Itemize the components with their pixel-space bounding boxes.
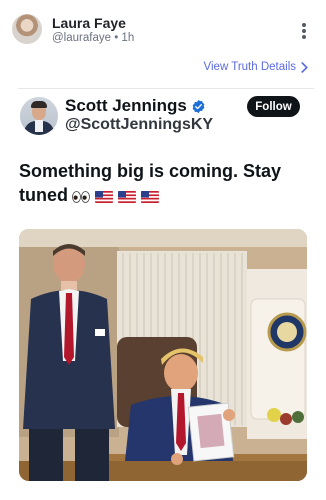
verified-badge-icon bbox=[192, 99, 205, 113]
follow-button[interactable]: Follow bbox=[247, 96, 300, 117]
more-vertical-icon[interactable] bbox=[296, 20, 312, 42]
post-header: Laura Faye @laurafaye • 1h bbox=[0, 0, 326, 58]
eyes-icon bbox=[72, 191, 90, 203]
author-handle[interactable]: @laurafaye bbox=[52, 32, 111, 44]
us-flag-icon bbox=[95, 191, 113, 203]
embedded-author-handle[interactable]: @ScottJenningsKY bbox=[65, 116, 213, 134]
author-avatar[interactable] bbox=[12, 14, 42, 44]
us-flag-icon bbox=[141, 191, 159, 203]
author-meta: @laurafaye • 1h bbox=[52, 32, 134, 44]
embedded-author-name[interactable]: Scott Jennings bbox=[65, 96, 187, 116]
post-photo[interactable] bbox=[19, 229, 307, 481]
author-name[interactable]: Laura Faye bbox=[52, 15, 126, 31]
view-truth-details-link[interactable]: View Truth Details bbox=[204, 61, 308, 73]
embedded-author-name-row: Scott Jennings bbox=[65, 96, 206, 116]
meta-separator: • bbox=[114, 32, 119, 44]
post-time[interactable]: 1h bbox=[121, 32, 134, 44]
view-truth-details-label: View Truth Details bbox=[203, 61, 296, 73]
emoji-row bbox=[72, 191, 159, 203]
post-text: Something big is coming. Stay tuned bbox=[19, 159, 299, 207]
chevron-right-icon bbox=[301, 61, 308, 73]
embedded-author-avatar[interactable] bbox=[20, 97, 58, 135]
us-flag-icon bbox=[118, 191, 136, 203]
post-photo-image bbox=[19, 229, 307, 481]
embedded-post: Scott Jennings @ScottJenningsKY Follow S… bbox=[18, 88, 314, 498]
